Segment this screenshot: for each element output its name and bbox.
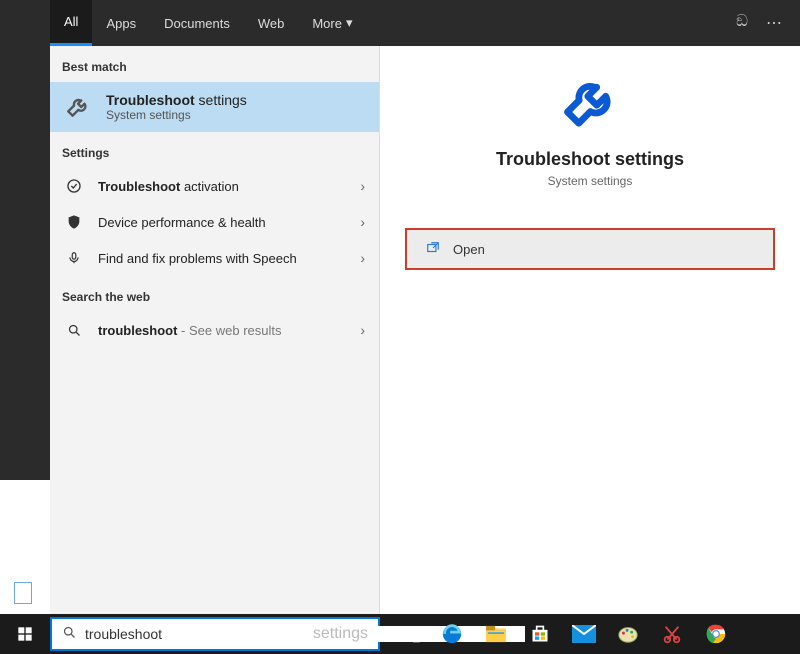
best-match-title: Troubleshoot settings [106,92,247,108]
section-web: Search the web [50,276,379,312]
desktop-doc-icon [14,582,32,604]
settings-item-activation[interactable]: Troubleshoot activation [50,168,379,204]
chevron-down-icon: ▾ [346,15,353,31]
search-icon [62,625,77,644]
detail-title: Troubleshoot settings [496,149,684,170]
settings-item-speech[interactable]: Find and fix problems with Speech [50,240,379,276]
mic-icon [64,250,84,266]
open-button[interactable]: Open [405,228,775,270]
best-match-sub: System settings [106,108,247,122]
tab-documents[interactable]: Documents [150,0,244,46]
settings-item-label: Troubleshoot activation [98,179,239,194]
wrench-large-icon [563,76,617,135]
taskbar-search[interactable]: settings [50,617,380,651]
chevron-right-icon [360,214,365,230]
open-label: Open [453,242,485,257]
store-icon[interactable] [518,614,562,654]
taskbar: settings ▭▯ [0,614,800,654]
search-results-panel: Best match Troubleshoot settings System … [50,46,380,614]
search-icon [64,323,84,338]
snip-icon[interactable] [650,614,694,654]
chevron-right-icon [360,250,365,266]
tab-web[interactable]: Web [244,0,299,46]
chevron-right-icon [360,178,365,194]
edge-icon[interactable] [430,614,474,654]
tab-all[interactable]: All [50,0,92,46]
open-icon [425,241,441,258]
settings-item-label: Find and fix problems with Speech [98,251,297,266]
detail-subtitle: System settings [548,174,633,188]
wrench-icon [64,93,92,121]
web-result-label: troubleshoot - See web results [98,323,281,338]
taskbar-pinned: ▭▯ [386,614,738,654]
best-match-result[interactable]: Troubleshoot settings System settings [50,82,379,132]
file-explorer-icon[interactable] [474,614,518,654]
section-best-match: Best match [50,46,379,82]
chrome-icon[interactable] [694,614,738,654]
task-view-icon[interactable]: ▭▯ [386,614,430,654]
search-filter-tabs: All Apps Documents Web More ▾ ඞ ⋯ [50,0,800,46]
settings-item-device-health[interactable]: Device performance & health [50,204,379,240]
shield-icon [64,214,84,230]
chevron-right-icon [360,322,365,338]
tab-more[interactable]: More ▾ [298,0,366,46]
check-circle-icon [64,178,84,194]
paint-icon[interactable] [606,614,650,654]
tab-more-label: More [312,16,342,31]
mail-icon[interactable] [562,614,606,654]
ellipsis-icon[interactable]: ⋯ [766,13,782,33]
result-detail-pane: Troubleshoot settings System settings Op… [380,46,800,614]
section-settings: Settings [50,132,379,168]
feedback-icon[interactable]: ඞ [736,13,748,33]
start-button[interactable] [0,614,50,654]
tab-apps[interactable]: Apps [92,0,150,46]
web-result[interactable]: troubleshoot - See web results [50,312,379,348]
settings-item-label: Device performance & health [98,215,266,230]
